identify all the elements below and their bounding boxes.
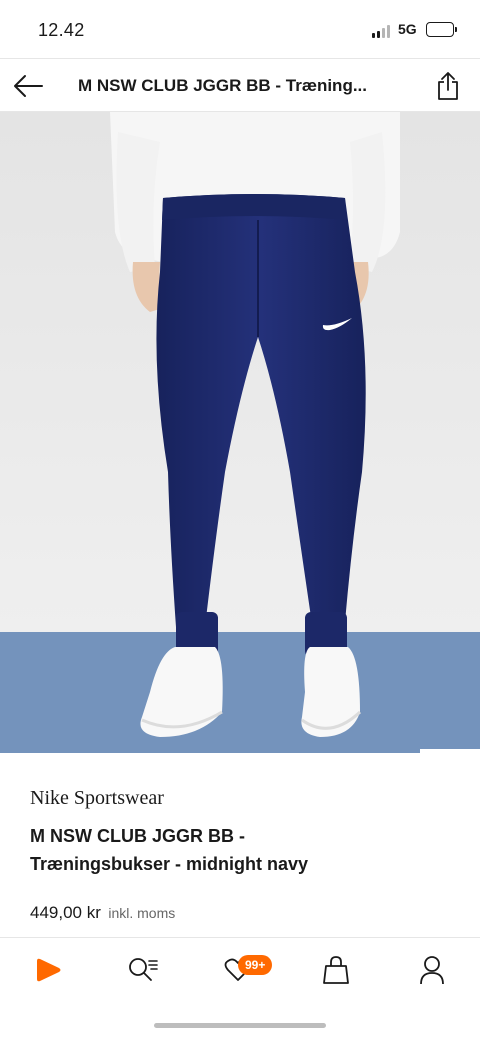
signal-icon	[372, 24, 392, 38]
status-bar: 12.42 5G	[0, 0, 480, 58]
top-bar: M NSW CLUB JGGR BB - Træning...	[0, 58, 480, 112]
price-row: 449,00 kr inkl. moms	[30, 903, 175, 923]
product-name: M NSW CLUB JGGR BB - Træningsbukser - mi…	[30, 822, 450, 878]
status-time: 12.42	[38, 20, 85, 40]
back-button[interactable]	[8, 67, 48, 105]
page-title: M NSW CLUB JGGR BB - Træning...	[78, 76, 367, 95]
nav-wishlist[interactable]: 99+	[214, 950, 273, 990]
battery-icon	[426, 22, 457, 37]
product-image[interactable]	[0, 112, 480, 753]
nav-home[interactable]	[24, 950, 72, 990]
network-type: 5G	[398, 21, 417, 37]
back-arrow-icon	[14, 75, 43, 97]
nav-search[interactable]	[119, 950, 167, 990]
share-icon	[438, 72, 458, 100]
product-name-line-2: Træningsbukser - midnight navy	[30, 854, 309, 874]
search-list-icon	[129, 958, 158, 981]
vat-note: inkl. moms	[108, 905, 176, 921]
wishlist-count-badge: 99+	[238, 955, 273, 975]
brand-name[interactable]: Nike Sportswear	[30, 787, 164, 810]
share-button[interactable]	[430, 67, 466, 105]
nav-profile[interactable]	[408, 950, 456, 990]
home-indicator	[154, 1023, 326, 1028]
add-to-wishlist-button[interactable]	[420, 749, 480, 753]
product-photo	[0, 112, 480, 753]
bottom-navigation: 99+	[0, 937, 480, 1001]
bag-icon	[323, 956, 349, 984]
profile-icon	[420, 956, 444, 985]
product-name-line-1: M NSW CLUB JGGR BB -	[30, 826, 245, 846]
home-play-icon	[37, 958, 61, 982]
nav-bag[interactable]	[312, 950, 360, 990]
price: 449,00 kr	[30, 903, 101, 922]
